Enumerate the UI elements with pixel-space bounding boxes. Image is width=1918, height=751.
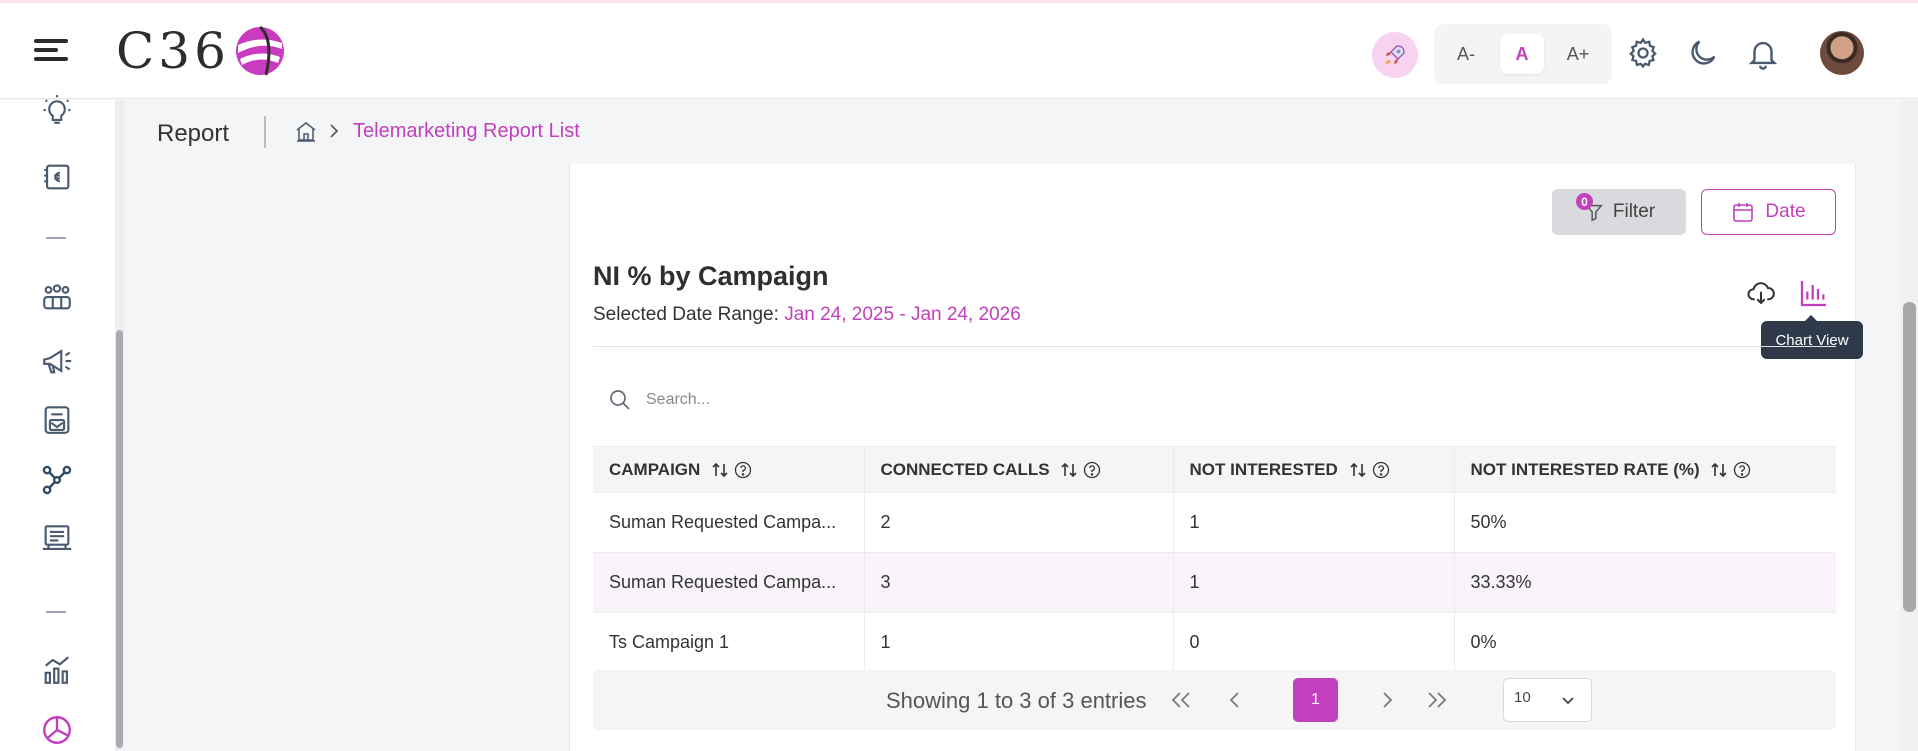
font-default-button[interactable]: A (1500, 34, 1544, 74)
filter-count-badge: 0 (1576, 193, 1593, 210)
sidebar-team-icon[interactable] (40, 280, 74, 314)
user-avatar[interactable] (1820, 31, 1864, 75)
dark-mode-moon-icon[interactable] (1686, 36, 1720, 70)
column-header-connected-calls[interactable]: CONNECTED CALLS (863, 446, 1173, 493)
sidebar-analytics-icon[interactable] (40, 653, 74, 687)
help-icon[interactable] (1733, 461, 1751, 479)
filter-label: Filter (1612, 201, 1656, 222)
page-header: Report Telemarketing Report List (124, 100, 1900, 164)
double-chevron-left-icon (1171, 692, 1190, 708)
cell-campaign: Suman Requested Campa... (593, 552, 864, 613)
column-header-not-interested-rate[interactable]: NOT INTERESTED RATE (%) (1453, 446, 1836, 493)
sidebar-scrollbar-thumb[interactable] (116, 330, 123, 748)
page-button-current[interactable]: 1 (1293, 678, 1338, 722)
sort-icon[interactable] (1710, 461, 1728, 479)
cell-not-interested-rate: 33.33% (1453, 552, 1836, 613)
sidebar-bulb-icon[interactable] (40, 93, 74, 127)
breadcrumb-chevron-icon (330, 124, 339, 138)
font-increase-button[interactable]: A+ (1556, 34, 1600, 74)
date-label: Date (1765, 201, 1806, 222)
column-label: CONNECTED CALLS (880, 459, 1050, 479)
header-divider (593, 346, 1836, 347)
cell-not-interested: 1 (1172, 552, 1454, 613)
cell-connected-calls: 3 (863, 552, 1173, 613)
calendar-icon (1733, 203, 1754, 222)
cell-connected-calls: 2 (863, 492, 1173, 553)
chevron-left-icon (1229, 692, 1239, 708)
logo[interactable]: C36 (116, 21, 286, 81)
prev-page-button[interactable] (1219, 684, 1251, 716)
chart-view-icon[interactable] (1798, 277, 1830, 309)
column-label: CAMPAIGN (609, 459, 701, 479)
sort-icon[interactable] (1060, 461, 1078, 479)
page-size-select[interactable]: 10 (1503, 678, 1592, 722)
title-separator (264, 116, 266, 148)
sidebar-mail-icon[interactable] (40, 403, 74, 437)
sidebar-pie-chart-icon[interactable] (40, 713, 74, 747)
pagination: Showing 1 to 3 of 3 entries 1 10 (593, 670, 1836, 730)
sidebar-divider (46, 611, 66, 613)
page-size-value: 10 (1514, 689, 1531, 706)
column-header-campaign[interactable]: CAMPAIGN (593, 446, 864, 493)
table-row[interactable]: Suman Requested Campa... 3 1 33.33% (593, 552, 1836, 613)
table-header-row: CAMPAIGN CONNECTED CALLS NOT INTERESTED (593, 446, 1836, 493)
sidebar-network-icon[interactable] (40, 463, 74, 497)
sort-icon[interactable] (1349, 461, 1367, 479)
cell-not-interested: 0 (1172, 612, 1454, 673)
search-box[interactable] (608, 380, 1108, 420)
date-button[interactable]: Date (1701, 189, 1836, 235)
sidebar-monitor-icon[interactable] (40, 522, 74, 556)
chevron-down-icon (1562, 697, 1574, 705)
page-scrollbar-thumb[interactable] (1903, 302, 1916, 612)
cloud-download-icon[interactable] (1746, 278, 1776, 308)
top-bar: C36 A- A A+ (0, 3, 1918, 99)
cell-not-interested: 1 (1172, 492, 1454, 553)
notification-bell-icon[interactable] (1746, 36, 1780, 70)
campaign-table: CAMPAIGN CONNECTED CALLS NOT INTERESTED (593, 446, 1836, 673)
logo-globe-icon (235, 25, 284, 76)
sidebar-divider (46, 237, 66, 239)
pagination-info: Showing 1 to 3 of 3 entries (886, 688, 1147, 713)
next-page-button[interactable] (1371, 684, 1403, 716)
cell-not-interested-rate: 0% (1453, 612, 1836, 673)
double-chevron-right-icon (1428, 692, 1447, 708)
sidebar-megaphone-icon[interactable] (40, 344, 74, 378)
cell-campaign: Ts Campaign 1 (609, 632, 730, 653)
sort-icon[interactable] (711, 461, 729, 479)
column-label: NOT INTERESTED RATE (%) (1470, 459, 1700, 479)
sidebar (0, 95, 116, 751)
home-icon[interactable] (294, 120, 318, 144)
font-size-group: A- A A+ (1434, 24, 1612, 84)
column-label: NOT INTERESTED (1189, 459, 1338, 479)
date-range-value: Jan 24, 2025 - Jan 24, 2026 (784, 304, 1021, 325)
search-input[interactable] (646, 386, 1046, 414)
help-icon[interactable] (734, 461, 752, 479)
cell-connected-calls: 1 (863, 612, 1173, 673)
rocket-icon[interactable] (1372, 32, 1418, 78)
report-card: 0 Filter Date NI % by Campaign Selected … (569, 164, 1863, 751)
report-title: NI % by Campaign (593, 261, 829, 291)
date-range-label: Selected Date Range: (593, 304, 779, 325)
page-title: Report (157, 120, 230, 147)
column-header-not-interested[interactable]: NOT INTERESTED (1172, 446, 1454, 493)
cell-not-interested-rate: 50% (1453, 492, 1836, 553)
sidebar-billing-icon[interactable] (40, 160, 74, 194)
date-range: Selected Date Range: Jan 24, 2025 - Jan … (593, 304, 1021, 326)
menu-toggle-icon[interactable] (32, 36, 70, 66)
first-page-button[interactable] (1165, 684, 1197, 716)
chart-view-tooltip: Chart View (1761, 315, 1863, 359)
help-icon[interactable] (1083, 461, 1101, 479)
font-decrease-button[interactable]: A- (1444, 34, 1488, 74)
cell-campaign: Suman Requested Campa... (593, 492, 864, 553)
filter-button[interactable]: 0 Filter (1552, 189, 1686, 235)
last-page-button[interactable] (1421, 684, 1453, 716)
help-icon[interactable] (1372, 461, 1390, 479)
chevron-right-icon (1383, 692, 1393, 708)
logo-text: C36 (116, 22, 230, 80)
search-icon (610, 390, 630, 410)
table-row[interactable]: Suman Requested Campa... 2 1 50% (593, 492, 1836, 553)
breadcrumb-current[interactable]: Telemarketing Report List (353, 120, 580, 143)
settings-gear-icon[interactable] (1626, 36, 1660, 70)
table-row[interactable]: Ts Campaign 1 1 0 0% (593, 612, 1836, 673)
